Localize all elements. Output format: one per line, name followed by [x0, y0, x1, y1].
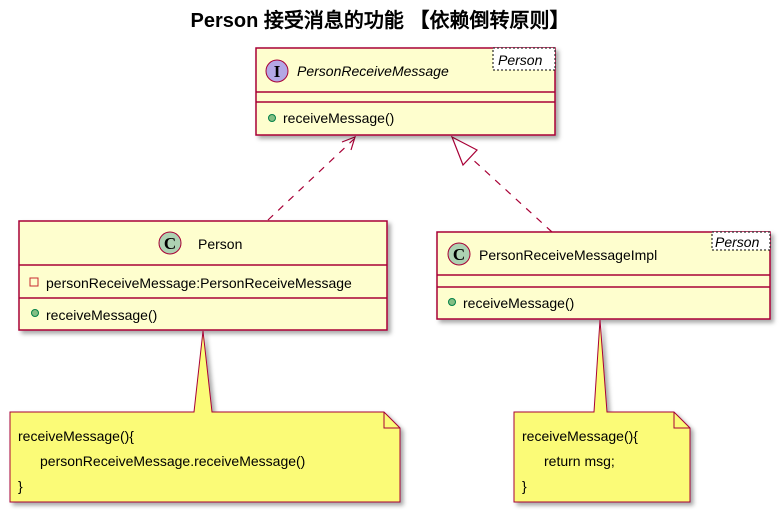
public-method-icon: [448, 298, 456, 306]
svg-text:C: C: [164, 234, 176, 253]
class-name: PersonReceiveMessageImpl: [479, 247, 657, 263]
svg-text:C: C: [453, 245, 465, 264]
svg-text:}: }: [18, 478, 23, 494]
method: receiveMessage(): [283, 110, 394, 126]
class-person-receive-message-impl[interactable]: C PersonReceiveMessageImpl Person receiv…: [436, 231, 771, 320]
class-name: PersonReceiveMessage: [297, 63, 449, 79]
public-method-icon: [268, 114, 276, 122]
generic-tag: Person: [498, 52, 543, 68]
realization-arrow: [450, 135, 553, 233]
svg-text:}: }: [522, 478, 527, 494]
svg-text:receiveMessage(){: receiveMessage(){: [522, 428, 638, 444]
diagram-title: Person 接受消息的功能 【依赖倒转原则】: [191, 8, 570, 32]
svg-text:return msg;: return msg;: [544, 453, 615, 469]
svg-text:personReceiveMessage.receiveMe: personReceiveMessage.receiveMessage(): [40, 453, 305, 469]
field: personReceiveMessage:PersonReceiveMessag…: [46, 275, 352, 291]
note-person: receiveMessage(){ personReceiveMessage.r…: [9, 330, 401, 503]
class-person[interactable]: C Person personReceiveMessage:PersonRece…: [18, 220, 388, 331]
svg-text:receiveMessage(){: receiveMessage(){: [18, 428, 134, 444]
method: receiveMessage(): [46, 307, 157, 323]
generic-tag: Person: [715, 234, 760, 250]
uml-diagram: Person 接受消息的功能 【依赖倒转原则】 I PersonReceiveM…: [9, 8, 771, 503]
note-impl: receiveMessage(){ return msg; }: [513, 319, 691, 503]
interface-person-receive-message[interactable]: I PersonReceiveMessage Person receiveMes…: [255, 47, 556, 136]
public-method-icon: [31, 309, 39, 317]
svg-text:I: I: [274, 62, 281, 81]
class-name: Person: [198, 236, 242, 252]
dependency-arrow: [267, 135, 356, 221]
method: receiveMessage(): [463, 295, 574, 311]
